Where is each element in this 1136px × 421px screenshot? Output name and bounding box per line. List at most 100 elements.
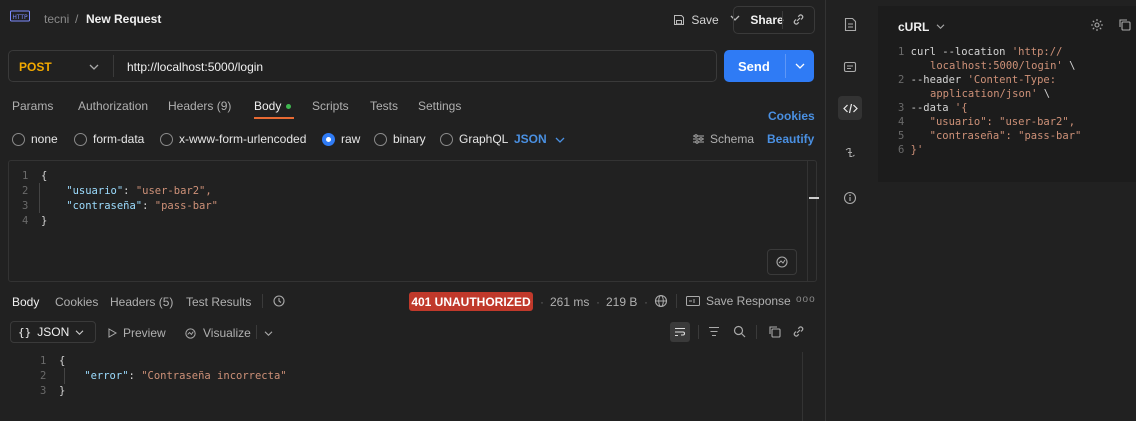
line-number: 3 [898,102,905,114]
comments-icon[interactable] [838,56,862,80]
body-dot-icon [286,104,292,110]
visualize-icon[interactable] [767,249,797,275]
preview-button[interactable]: Preview [108,326,166,340]
curl-string: 'http:// [1011,46,1063,58]
radio-urlencoded[interactable]: x-www-form-urlencoded [160,132,306,146]
send-button[interactable]: Send [738,59,770,74]
tab-body[interactable]: Body [254,99,292,113]
related-collections-icon[interactable] [838,140,862,164]
response-tab-cookies[interactable]: Cookies [55,295,98,309]
response-line-3: 3 } [40,385,65,397]
response-tab-body[interactable]: Body [12,295,39,309]
curl-line: 1 curl --location 'http:// [898,46,1062,58]
response-tab-tests[interactable]: Test Results [186,295,251,309]
send-chevron-icon[interactable] [795,62,805,70]
right-sidebar [826,0,874,421]
chevron-down-icon [75,329,84,335]
line-text: { [58,355,66,367]
info-icon[interactable] [838,186,862,210]
curl-command: --header [910,74,968,86]
copy-icon[interactable] [1118,18,1131,31]
response-format-label: JSON [37,325,70,339]
curl-line: 3 --data '{ [898,102,968,114]
curl-string: localhost:5000/login' [930,60,1063,72]
line-number: 1 [40,355,47,367]
tab-scripts[interactable]: Scripts [312,99,349,113]
curl-string: }' [910,144,924,156]
save-button[interactable]: Save [668,8,724,32]
save-response-icon [686,296,700,306]
toolbar-divider [756,325,757,339]
indent-guide [39,183,40,213]
radio-graphql[interactable]: GraphQL [440,132,508,146]
save-response-button[interactable]: Save Response [686,294,791,308]
workspace-breadcrumb[interactable]: tecni [44,12,69,26]
curl-line: 5 "contraseña": "pass-bar" [898,130,1081,142]
request-name[interactable]: New Request [86,12,161,26]
response-tab-headers[interactable]: Headers (5) [110,295,173,309]
schema-button[interactable]: Schema [692,132,754,146]
code-icon[interactable] [838,96,862,120]
cookies-link[interactable]: Cookies [768,109,815,123]
radio-none[interactable]: none [12,132,58,146]
body-editor[interactable] [8,160,819,282]
radio-binary[interactable]: binary [374,132,426,146]
line-number: 4 [22,215,29,227]
tab-params[interactable]: Params [12,99,53,113]
http-icon: HTTP [10,10,30,24]
radio-raw[interactable]: raw [322,132,360,146]
request-panel: HTTP tecni / New Request Save Share POST… [0,0,825,421]
response-format-select[interactable]: {} JSON [10,321,96,343]
visualize-chevron-icon[interactable] [264,330,273,337]
tab-authorization[interactable]: Authorization [78,99,148,113]
format-chevron-icon[interactable] [555,136,565,144]
svg-text:HTTP: HTTP [12,14,28,21]
response-scrollbar-track [802,352,803,421]
more-options-icon[interactable]: ooo [796,294,816,305]
curl-continuation: \ [1037,88,1051,100]
language-chevron-icon[interactable] [936,23,945,30]
format-select[interactable]: JSON [514,132,547,146]
curl-string: "usuario": "user-bar2", [929,116,1076,128]
snippet-language-select[interactable]: cURL [898,20,929,34]
status-badge[interactable]: 401 UNAUTHORIZED [409,292,533,311]
url-input[interactable]: http://localhost:5000/login [127,60,263,74]
search-icon[interactable] [733,325,746,338]
share-button-group: Share [733,6,815,34]
tab-headers[interactable]: Headers (9) [168,99,231,113]
wrap-lines-icon[interactable] [670,322,690,342]
radio-raw-label: raw [341,132,361,146]
editor-line-1: 1 { [22,170,47,182]
beautify-button[interactable]: Beautify [767,132,814,146]
visualize-label: Visualize [203,326,251,340]
breadcrumb-separator: / [75,12,79,26]
visualize-button[interactable]: Visualize [184,326,251,340]
link-icon[interactable] [792,325,805,338]
editor-scrollbar-thumb[interactable] [809,197,819,199]
send-divider [785,54,786,78]
gear-icon[interactable] [1090,18,1104,32]
radio-graphql-icon [440,132,453,146]
line-number: 6 [898,144,905,156]
response-time[interactable]: 261 ms [550,295,589,309]
method-chevron-icon[interactable] [89,63,99,71]
curl-line: 2 --header 'Content-Type: [898,74,1056,86]
filter-icon[interactable] [708,326,720,337]
method-select[interactable]: POST [19,60,52,74]
line-text: } [40,215,48,227]
history-icon[interactable] [272,294,286,308]
copy-icon[interactable] [768,325,781,338]
globe-icon[interactable] [654,294,668,308]
radio-form-data[interactable]: form-data [74,132,144,146]
radio-form-data-icon [74,132,87,146]
curl-string: '{ [954,102,968,114]
toolbar-divider [256,325,257,339]
curl-string: 'Content-Type: [967,74,1057,86]
radio-binary-icon [374,132,387,146]
documentation-icon[interactable] [838,12,862,36]
tab-tests[interactable]: Tests [370,99,398,113]
link-icon[interactable] [792,13,805,26]
tab-settings[interactable]: Settings [418,99,461,113]
response-size[interactable]: 219 B [606,295,637,309]
share-button[interactable]: Share [750,13,783,27]
